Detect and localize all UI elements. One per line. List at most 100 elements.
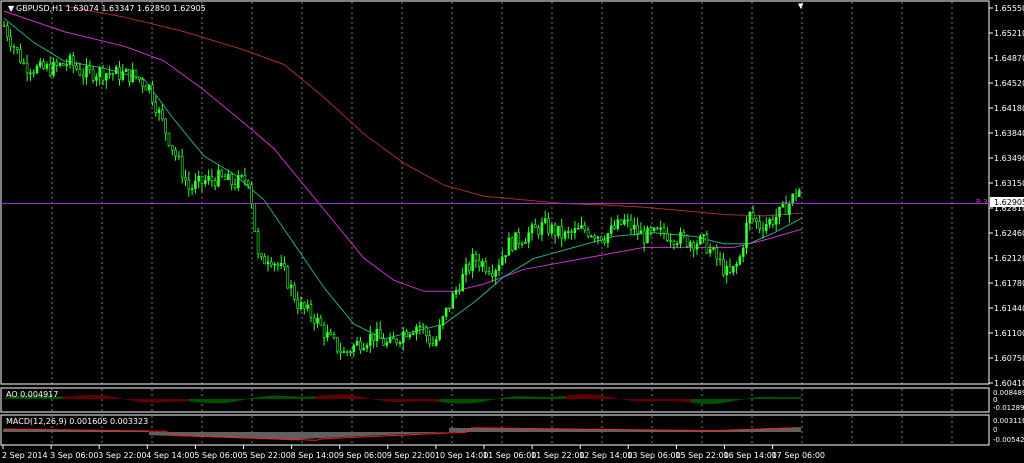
candle-body xyxy=(454,290,458,295)
candle-body xyxy=(524,241,527,244)
candle-body xyxy=(12,46,16,48)
candle-body xyxy=(48,64,52,76)
candle-body xyxy=(784,202,788,215)
candle-body xyxy=(223,175,227,181)
candle-body xyxy=(253,203,257,232)
candle-body xyxy=(494,270,498,277)
candle-body xyxy=(388,337,392,343)
candle-body xyxy=(151,84,154,103)
candle-body xyxy=(669,240,672,242)
candle-body xyxy=(276,263,280,266)
candle-body xyxy=(514,232,517,251)
candle-body xyxy=(471,253,474,272)
candle-body xyxy=(401,331,405,343)
candle-body xyxy=(731,265,735,273)
time-tick-label: 3 Sep 22:00 xyxy=(98,451,146,460)
candle-body xyxy=(19,49,22,63)
candle-body xyxy=(675,243,679,246)
candle-body xyxy=(461,274,465,292)
candle-body xyxy=(395,338,399,344)
candle-body xyxy=(362,347,366,351)
candle-body xyxy=(444,307,448,317)
candle-body xyxy=(583,225,587,231)
candle-body xyxy=(38,61,42,67)
time-tick-label: 9 Sep 22:00 xyxy=(387,451,435,460)
candle-body xyxy=(652,227,656,231)
candle-body xyxy=(141,79,144,87)
candle-body xyxy=(187,179,191,190)
candle-body xyxy=(240,175,243,177)
candle-body xyxy=(408,334,412,338)
candle-body xyxy=(349,351,352,354)
candle-body xyxy=(194,180,197,190)
trading-terminal-chart[interactable]: B:3 ▼ GBPUSD,H1 1.63074 1.63347 1.62850 … xyxy=(0,0,1024,463)
candle-body xyxy=(279,263,283,266)
price-tick-label: 1.64870 xyxy=(994,54,1024,63)
time-tick-label: 5 Sep 22:00 xyxy=(243,451,291,460)
candle-body xyxy=(560,225,564,239)
shift-marker-icon[interactable]: ▼ xyxy=(798,2,804,10)
candle-body xyxy=(609,225,613,234)
candle-body xyxy=(283,263,286,268)
candle-body xyxy=(227,173,230,181)
candle-body xyxy=(679,232,682,245)
candle-body xyxy=(425,327,428,336)
candle-body xyxy=(616,219,620,230)
candle-body xyxy=(507,237,511,256)
moving-averages xyxy=(3,5,803,340)
candle-body xyxy=(405,331,408,338)
price-tick-label: 1.62460 xyxy=(994,229,1024,238)
candle-body xyxy=(510,237,514,251)
candle-body xyxy=(124,69,128,72)
candle-body xyxy=(590,235,593,238)
candle-body xyxy=(751,211,755,220)
candle-body xyxy=(273,263,276,266)
candle-body xyxy=(632,224,636,230)
candle-body xyxy=(263,256,267,265)
candle-body xyxy=(309,304,313,318)
candle-body xyxy=(306,304,309,309)
macd-panel-frame xyxy=(0,414,990,446)
time-tick-label: 10 Sep 14:00 xyxy=(435,451,488,460)
candle-body xyxy=(702,234,705,237)
candle-body xyxy=(441,316,445,326)
candle-body xyxy=(467,264,471,272)
candle-body xyxy=(210,176,214,181)
candle-body xyxy=(656,227,659,230)
candle-body xyxy=(342,351,346,353)
macd-label: MACD(12,26,9) 0.001605 0.003323 xyxy=(6,417,148,426)
macd-histogram xyxy=(3,427,801,441)
candle-body xyxy=(715,247,719,260)
candle-body xyxy=(540,222,544,235)
candle-body xyxy=(55,61,59,66)
candle-body xyxy=(147,84,151,91)
candle-body xyxy=(474,253,478,262)
candle-body xyxy=(428,335,432,345)
candle-body xyxy=(200,175,204,184)
candle-body xyxy=(180,156,184,178)
candle-body xyxy=(111,73,115,75)
candle-body xyxy=(451,293,455,309)
candle-body xyxy=(794,193,798,197)
candle-body xyxy=(418,325,422,328)
candle-body xyxy=(438,324,441,340)
candle-body xyxy=(659,227,663,230)
time-tick-label: 12 Sep 14:00 xyxy=(579,451,632,460)
candle-body xyxy=(448,307,451,310)
candle-body xyxy=(167,132,171,146)
candle-body xyxy=(481,261,484,267)
candle-body xyxy=(345,351,349,353)
candle-body xyxy=(797,189,801,197)
candle-body xyxy=(302,302,306,309)
candle-body xyxy=(398,342,402,344)
candle-body xyxy=(629,219,633,230)
price-tick-label: 1.64520 xyxy=(994,79,1024,88)
candle-body xyxy=(359,340,362,351)
chart-header-arrow[interactable]: ▼ xyxy=(8,4,15,13)
candle-body xyxy=(220,169,224,177)
candle-body xyxy=(421,325,425,328)
candle-body xyxy=(411,332,415,335)
candle-body xyxy=(78,68,82,76)
candle-body xyxy=(177,155,181,158)
candle-body xyxy=(184,177,187,181)
